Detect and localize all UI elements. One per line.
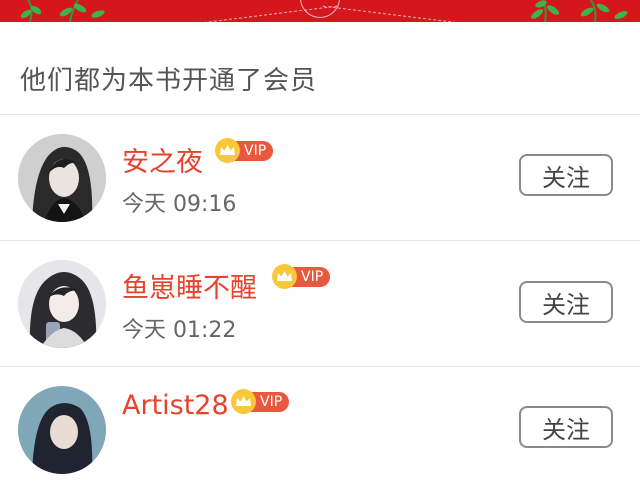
section-title: 他们都为本书开通了会员 [20, 66, 318, 96]
leaf-decoration-icon [531, 0, 628, 22]
member-row: 安之夜 VIP 今天 09:16 关注 [0, 114, 640, 240]
follow-button[interactable]: 关注 [519, 281, 613, 323]
follow-button[interactable]: 关注 [519, 154, 613, 196]
banner-dashed-curve-right [322, 0, 528, 22]
member-time: 今天 09:16 [122, 192, 237, 217]
top-banner [0, 0, 640, 22]
crown-icon [272, 264, 297, 289]
member-name[interactable]: 鱼崽睡不醒 [122, 266, 257, 305]
member-row: 鱼崽睡不醒 VIP 今天 01:22 关注 [0, 240, 640, 366]
vip-badge: VIP [231, 389, 290, 414]
crown-icon [215, 138, 240, 163]
avatar[interactable] [18, 386, 106, 474]
follow-button[interactable]: 关注 [519, 406, 613, 448]
member-name[interactable]: Artist28 [122, 390, 229, 421]
member-name[interactable]: 安之夜 [122, 140, 203, 179]
avatar[interactable] [18, 134, 106, 222]
leaf-decoration-icon [20, 0, 105, 22]
vip-badge: VIP [215, 138, 274, 163]
banner-seal [300, 0, 340, 18]
avatar[interactable] [18, 260, 106, 348]
member-time: 今天 01:22 [122, 318, 237, 343]
crown-icon [231, 389, 256, 414]
vip-badge: VIP [272, 264, 331, 289]
member-row: Artist28 VIP 关注 [0, 366, 640, 492]
